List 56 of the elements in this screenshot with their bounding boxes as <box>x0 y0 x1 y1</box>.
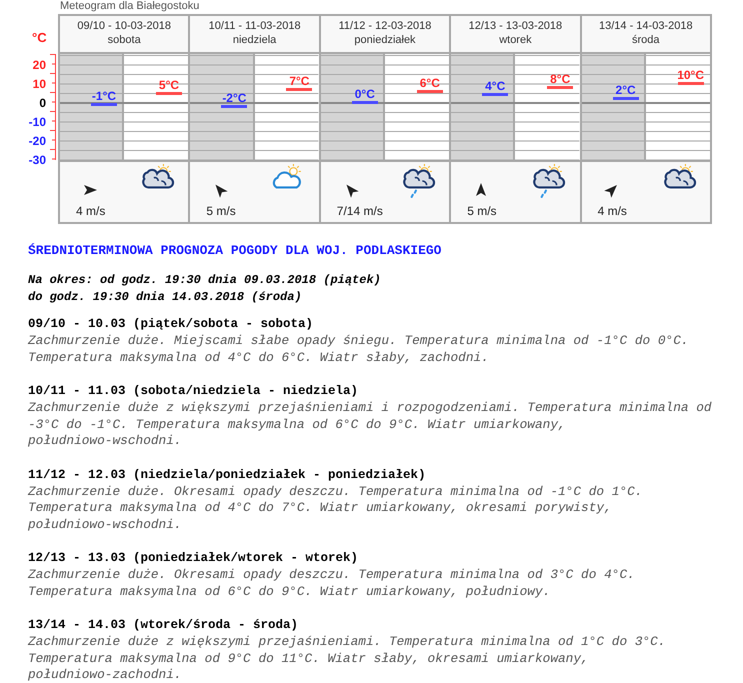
date-range: 09/10 - 10-03-2018 <box>77 19 171 33</box>
axis-label: 0 <box>39 96 46 110</box>
forecast-text: Zachmurzenie duże z większymi przejaśnieniami. Temperatura minimalna od 1°C do 3°C. Temperatura maksymalna od 9°C do 11°C. Wiatr słaby, okresami umiarkowany, południowo-zachodni. <box>28 634 667 683</box>
temperature-marker <box>156 92 182 94</box>
temperature-marker <box>416 90 443 93</box>
weekday: sobota <box>108 33 141 47</box>
weekday: środa <box>632 33 660 47</box>
day-title: 09/10 - 10.03 (piątek/sobota - sobota) <box>28 316 314 333</box>
day-title: 10/11 - 11.03 (sobota/niedziela - niedziela) <box>28 383 360 400</box>
axis-label: -20 <box>28 134 46 148</box>
axis-label: 10 <box>32 77 46 91</box>
date-range: 13/14 - 14-03-2018 <box>599 19 693 33</box>
forecast-text: Zachmurzenie duże. Miejscami słabe opady śniegu. Temperatura minimalna od -1°C do 0°C. Temperatura maksymalna od 4°C do 6°C. Wiatr słaby, zachodni. <box>28 333 690 366</box>
temperature-marker <box>547 86 574 89</box>
temperature-marker <box>91 102 117 106</box>
weekday: wtorek <box>499 33 532 47</box>
temperature-marker <box>482 93 508 96</box>
max-temperature: 6°C <box>420 76 440 90</box>
max-temperature: 8°C <box>550 72 570 86</box>
day-title: 11/12 - 12.03 (niedziela/poniedziałek - poniedziałek) <box>28 466 427 484</box>
date-range: 12/13 - 13-03-2018 <box>468 19 562 33</box>
wind-speed: 4 m/s <box>76 204 106 218</box>
wind-speed: 4 m/s <box>598 204 627 218</box>
period-text: Na okres: od godz. 19:30 dnia 09.03.2018 (piątek) <box>28 272 382 289</box>
max-temperature: 10°C <box>677 68 704 82</box>
temperature-marker <box>286 88 312 91</box>
day-title: 12/13 - 13.03 (poniedziałek/wtorek - wtorek) <box>28 550 360 567</box>
min-temperature: -1°C <box>92 88 116 103</box>
axis-label: -30 <box>28 153 46 167</box>
max-temperature: 7°C <box>289 74 310 88</box>
date-range: 11/12 - 12-03-2018 <box>338 19 432 33</box>
axis-label: 20 <box>32 58 46 72</box>
weekday: poniedziałek <box>354 33 416 47</box>
wind-speed: 5 m/s <box>206 204 236 218</box>
wind-speed: 7/14 m/s <box>336 204 383 218</box>
min-temperature: 4°C <box>485 79 506 94</box>
unit-label: °C <box>32 29 47 47</box>
axis-label: -10 <box>28 115 46 129</box>
forecast-text: Zachmurzenie duże. Okresami opady deszczu. Temperatura minimalna od -1°C do 1°C. Temperatura maksymalna od 4°C do 7°C. Wiatr umiarkowany, okresami porywisty, południowo-wschodni. <box>28 484 644 533</box>
day-title: 13/14 - 14.03 (wtorek/środa - środa) <box>28 617 300 634</box>
max-temperature: 5°C <box>158 78 180 92</box>
chart-title: Meteogram dla Białegostoku <box>60 0 200 13</box>
date-range: 10/11 - 11-03-2018 <box>208 19 301 33</box>
temperature-marker <box>352 101 378 104</box>
temperature-marker <box>678 82 704 85</box>
min-temperature: 0°C <box>354 87 375 101</box>
min-temperature: -2°C <box>222 90 246 105</box>
forecast-heading: ŚREDNIOTERMINOWA PROGNOZA POGODY DLA WOJ. PODLASKIEGO <box>28 242 442 260</box>
temperature-marker <box>221 104 248 108</box>
forecast-text: Zachmurzenie duże. Okresami opady deszczu. Temperatura minimalna od 3°C do 4°C. Temperatura maksymalna od 6°C do 9°C. Wiatr umiarkowany, południowy. <box>28 567 636 600</box>
forecast-text: Zachmurzenie duże z większymi przejaśnieniami i rozpogodzeniami. Temperatura minimalna od -3°C do -1°C. Temperatura maksymalna od 6°C do 9°C. Wiatr umiarkowany, południowo-wschodni. <box>28 400 713 450</box>
temperature-marker <box>612 97 639 100</box>
weekday: niedziela <box>232 33 276 47</box>
wind-speed: 5 m/s <box>467 204 497 218</box>
period-text: do godz. 19:30 dnia 14.03.2018 (środa) <box>28 289 303 306</box>
min-temperature: 2°C <box>616 83 636 98</box>
